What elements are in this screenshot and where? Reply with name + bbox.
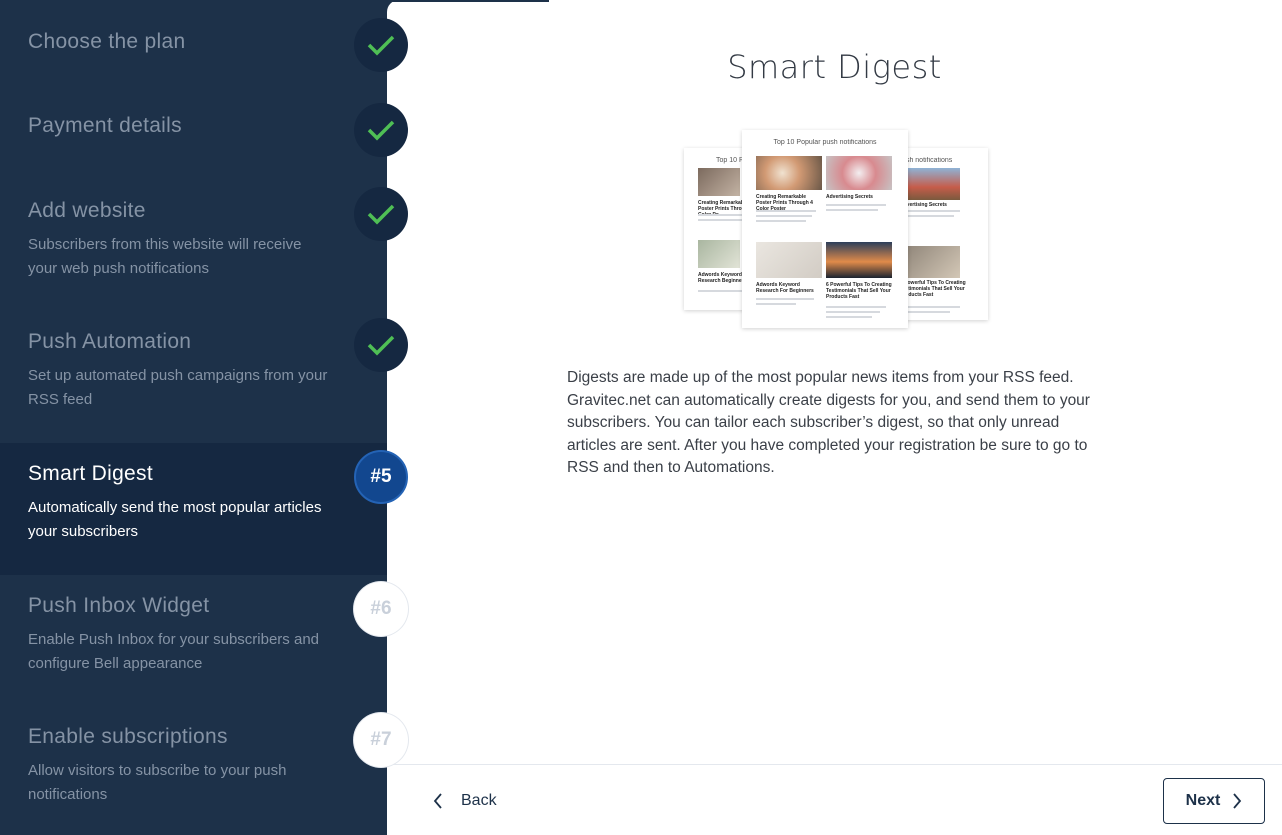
- step-description: Allow visitors to subscribe to your push…: [28, 762, 287, 803]
- step-choose-plan[interactable]: Choose the plan: [0, 30, 387, 54]
- step-enable-subscriptions[interactable]: Enable subscriptions Allow visitors to s…: [0, 725, 387, 807]
- step-description: Automatically send the most popular arti…: [28, 499, 322, 540]
- thumbnail-building: [698, 168, 740, 196]
- step-todo-badge: #6: [354, 582, 408, 636]
- digest-description: Digests are made up of the most popular …: [567, 369, 1090, 476]
- step-title: Payment details: [28, 114, 182, 137]
- thumbnail-person: [698, 240, 740, 268]
- step-done-marker: [354, 187, 408, 241]
- card-caption: Adwords Keyword Research For Beginners: [756, 282, 814, 294]
- step-description: Subscribers from this website will recei…: [28, 236, 302, 277]
- next-button[interactable]: Next: [1163, 778, 1265, 824]
- step-title: Push Automation: [28, 330, 192, 353]
- chevron-right-icon: [1233, 793, 1242, 809]
- card-title: Top 10 Popular push notifications: [773, 139, 877, 146]
- main-panel: Smart Digest Top 10 Pop Creating Remarka…: [387, 0, 1282, 835]
- steps-sidebar: Choose the plan Payment details Add webs…: [0, 0, 387, 835]
- step-done-marker: [354, 103, 408, 157]
- step-payment-details[interactable]: Payment details: [0, 114, 387, 138]
- thumbnail-beach: [756, 242, 822, 278]
- progress-line: [387, 0, 549, 2]
- card-caption: 6 Powerful Tips To Creating Testimonials…: [900, 280, 966, 298]
- step-todo-badge: #7: [354, 713, 408, 767]
- back-label: Back: [461, 792, 497, 809]
- step-title: Add website: [28, 199, 146, 222]
- thumbnail-sunset: [826, 242, 892, 278]
- step-push-automation[interactable]: Push Automation Set up automated push ca…: [0, 330, 387, 412]
- card-caption: Advertising Secrets: [826, 194, 873, 200]
- thumbnail-food: [756, 156, 822, 190]
- step-description: Enable Push Inbox for your subscribers a…: [28, 631, 319, 672]
- next-label: Next: [1185, 792, 1221, 809]
- back-button[interactable]: Back: [433, 792, 497, 810]
- thumbnail-office: [900, 246, 960, 278]
- step-add-website[interactable]: Add website Subscribers from this websit…: [0, 199, 387, 281]
- digest-illustration: Top 10 Pop Creating Remarkable Poster Pr…: [684, 130, 988, 330]
- step-push-inbox-widget[interactable]: Push Inbox Widget Enable Push Inbox for …: [0, 594, 387, 676]
- check-icon: [367, 35, 395, 56]
- card-caption: 6 Powerful Tips To Creating Testimonials…: [826, 282, 892, 300]
- step-title: Push Inbox Widget: [28, 594, 210, 617]
- step-done-marker: [354, 18, 408, 72]
- thumbnail-berries: [826, 156, 892, 190]
- step-smart-digest[interactable]: Smart Digest Automatically send the most…: [0, 443, 387, 575]
- check-icon: [367, 335, 395, 356]
- step-title: Choose the plan: [28, 30, 186, 53]
- step-description: Set up automated push campaigns from you…: [28, 367, 328, 408]
- digest-card-front: Top 10 Popular push notifications Creati…: [742, 130, 908, 328]
- check-icon: [367, 120, 395, 141]
- step-current-badge: #5: [354, 450, 408, 504]
- card-caption: Advertising Secrets: [900, 202, 947, 208]
- check-icon: [367, 204, 395, 225]
- chevron-left-icon: [433, 793, 442, 809]
- thumbnail-houses: [900, 168, 960, 200]
- step-done-marker: [354, 318, 408, 372]
- step-title: Enable subscriptions: [28, 725, 228, 748]
- page-title: Smart Digest: [727, 48, 942, 86]
- wizard-footer: Back Next: [387, 764, 1282, 835]
- step-title: Smart Digest: [28, 462, 153, 485]
